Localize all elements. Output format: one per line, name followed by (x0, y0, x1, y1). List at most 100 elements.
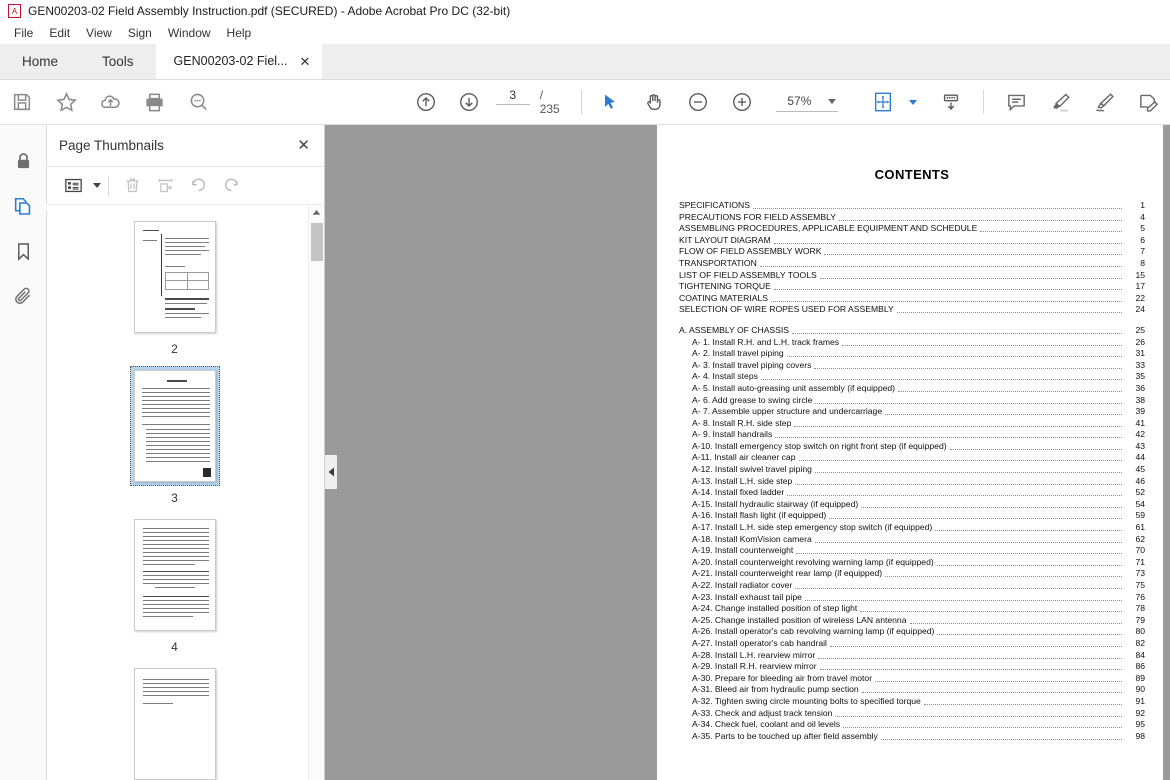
toc-entry[interactable]: A-13. Install L.H. side step 46 (679, 476, 1145, 488)
zoom-level-dropdown[interactable]: 57% (776, 92, 839, 112)
select-tool-button[interactable] (588, 80, 632, 124)
toc-entry[interactable]: A-23. Install exhaust tail pipe 76 (679, 592, 1145, 604)
toc-entry[interactable]: KIT LAYOUT DIAGRAM 6 (679, 235, 1145, 247)
toc-entry[interactable]: A- 3. Install travel piping covers 33 (679, 360, 1145, 372)
close-icon[interactable]: ✕ (299, 55, 310, 68)
scrollbar-thumb[interactable] (311, 223, 323, 261)
zoom-in-button[interactable] (720, 80, 764, 124)
toc-entry[interactable]: A- 8. Install R.H. side step 41 (679, 418, 1145, 430)
previous-page-button[interactable] (405, 80, 447, 124)
toc-entry[interactable]: LIST OF FIELD ASSEMBLY TOOLS 15 (679, 270, 1145, 282)
document-viewport[interactable]: CONTENTS SPECIFICATIONS 1 PRECAUTIONS FOR … (325, 125, 1170, 780)
sidebar-item-page-thumbnails[interactable] (3, 184, 43, 229)
toc-entry[interactable]: A- 7. Assemble upper structure and under… (679, 406, 1145, 418)
toc-entry[interactable]: A- 1. Install R.H. and L.H. track frames… (679, 337, 1145, 349)
toc-entry[interactable]: A-21. Install counterweight rear lamp (i… (679, 568, 1145, 580)
list-item[interactable]: 3 (129, 366, 220, 505)
toc-entry[interactable]: A-27. Install operator's cab handrail 82 (679, 638, 1145, 650)
toc-entry[interactable]: A-30. Prepare for bleeding air from trav… (679, 673, 1145, 685)
toc-entry[interactable]: A-19. Install counterweight 70 (679, 545, 1145, 557)
delete-pages-button[interactable] (116, 171, 149, 201)
toc-entry[interactable]: PRECAUTIONS FOR FIELD ASSEMBLY 4 (679, 212, 1145, 224)
toc-entry[interactable]: A-34. Check fuel, coolant and oil levels… (679, 719, 1145, 731)
toc-entry[interactable]: FLOW OF FIELD ASSEMBLY WORK 7 (679, 246, 1145, 258)
upload-cloud-button[interactable] (88, 80, 132, 124)
menu-help[interactable]: Help (219, 24, 260, 42)
toc-entry[interactable]: ASSEMBLING PROCEDURES, APPLICABLE EQUIPM… (679, 223, 1145, 235)
toc-entry-label: A-13. Install L.H. side step (692, 475, 793, 486)
draw-button[interactable] (1082, 80, 1126, 124)
thumbnail-options-chevron-icon[interactable] (93, 183, 101, 188)
panel-header: Page Thumbnails ✕ (47, 125, 324, 167)
toc-entry[interactable]: A- 9. Install handrails 42 (679, 429, 1145, 441)
toc-entry[interactable]: A-22. Install radiator cover 75 (679, 580, 1145, 592)
thumbnail-options-button[interactable] (57, 171, 90, 201)
menu-file[interactable]: File (6, 24, 41, 42)
list-item[interactable]: 2 (130, 217, 220, 356)
toc-entry[interactable]: A-10. Install emergency stop switch on r… (679, 441, 1145, 453)
toc-entry[interactable]: A- 2. Install travel piping 31 (679, 348, 1145, 360)
toc-entry[interactable]: A-28. Install L.H. rearview mirror 84 (679, 650, 1145, 662)
zoom-out-button[interactable] (676, 80, 720, 124)
tab-home[interactable]: Home (0, 43, 80, 79)
toc-entry[interactable]: TRANSPORTATION 8 (679, 258, 1145, 270)
toc-entry[interactable]: A-15. Install hydraulic stairway (if equ… (679, 499, 1145, 511)
sidebar-item-attachments[interactable] (3, 274, 43, 319)
toc-entry[interactable]: A-24. Change installed position of step … (679, 603, 1145, 615)
toc-entry[interactable]: A-18. Install KomVision camera 62 (679, 534, 1145, 546)
toc-entry[interactable]: A-26. Install operator's cab revolving w… (679, 626, 1145, 638)
save-button[interactable] (0, 80, 44, 124)
hand-tool-button[interactable] (632, 80, 676, 124)
menu-edit[interactable]: Edit (41, 24, 78, 42)
rotate-cw-button[interactable] (215, 171, 248, 201)
toc-entry[interactable]: A-12. Install swivel travel piping 45 (679, 464, 1145, 476)
thumbnail-scrollbar[interactable] (308, 205, 324, 780)
rotate-ccw-button[interactable] (182, 171, 215, 201)
menu-view[interactable]: View (78, 24, 120, 42)
toc-entry-page: 82 (1135, 637, 1145, 648)
toc-entry[interactable]: A- 4. Install steps 35 (679, 371, 1145, 383)
sidebar-item-security[interactable] (3, 139, 43, 184)
toc-entry[interactable]: A-14. Install fixed ladder 52 (679, 487, 1145, 499)
menu-sign[interactable]: Sign (120, 24, 160, 42)
collapse-sidebar-button[interactable] (325, 455, 337, 489)
toc-entry[interactable]: A-17. Install L.H. side step emergency s… (679, 522, 1145, 534)
toc-entry[interactable]: SELECTION OF WIRE ROPES USED FOR ASSEMBL… (679, 304, 1145, 316)
toc-entry[interactable]: A-32. Tighten swing circle mounting bolt… (679, 696, 1145, 708)
toc-entry[interactable]: A-29. Install R.H. rearview mirror 86 (679, 661, 1145, 673)
print-button[interactable] (132, 80, 176, 124)
close-icon[interactable]: ✕ (297, 138, 310, 153)
highlight-button[interactable] (1038, 80, 1082, 124)
page-number-input[interactable] (495, 88, 530, 105)
favorite-button[interactable] (44, 80, 88, 124)
extract-pages-button[interactable] (149, 171, 182, 201)
find-button[interactable] (176, 80, 220, 124)
next-page-button[interactable] (448, 80, 490, 124)
toc-entry[interactable]: SPECIFICATIONS 1 (679, 200, 1145, 212)
toc-entry[interactable]: A-35. Parts to be touched up after field… (679, 731, 1145, 743)
scroll-up-icon[interactable] (309, 205, 324, 220)
toc-entry[interactable]: A- 5. Install auto-greasing unit assembl… (679, 383, 1145, 395)
toc-entry[interactable]: COATING MATERIALS 22 (679, 293, 1145, 305)
toc-entry[interactable]: A- 6. Add grease to swing circle 38 (679, 395, 1145, 407)
menu-window[interactable]: Window (160, 24, 219, 42)
toc-entry[interactable]: TIGHTENING TORQUE 17 (679, 281, 1145, 293)
toc-entry[interactable]: A-11. Install air cleaner cap 44 (679, 452, 1145, 464)
tab-tools[interactable]: Tools (80, 43, 156, 79)
fit-page-chevron-icon[interactable] (909, 99, 918, 105)
fill-and-sign-button[interactable] (1126, 80, 1170, 124)
tab-document[interactable]: GEN00203-02 Fiel... ✕ (155, 43, 323, 79)
toc-entry[interactable]: A-25. Change installed position of wirel… (679, 615, 1145, 627)
scroll-mode-button[interactable] (929, 80, 973, 124)
comment-button[interactable] (994, 80, 1038, 124)
sidebar-item-bookmarks[interactable] (3, 229, 43, 274)
list-item[interactable]: 4 (130, 515, 220, 654)
list-item[interactable]: 5 (130, 664, 220, 780)
toc-entry[interactable]: A-16. Install flash light (if equipped) 5… (679, 510, 1145, 522)
fit-page-button[interactable] (861, 80, 905, 124)
toc-entry[interactable]: A. ASSEMBLY OF CHASSIS 25 (679, 325, 1145, 337)
thumbnail-scroll-area[interactable]: 2 3 4 (47, 205, 324, 780)
toc-entry[interactable]: A-33. Check and adjust track tension 92 (679, 708, 1145, 720)
toc-entry[interactable]: A-20. Install counterweight revolving wa… (679, 557, 1145, 569)
toc-entry[interactable]: A-31. Bleed air from hydraulic pump sect… (679, 684, 1145, 696)
